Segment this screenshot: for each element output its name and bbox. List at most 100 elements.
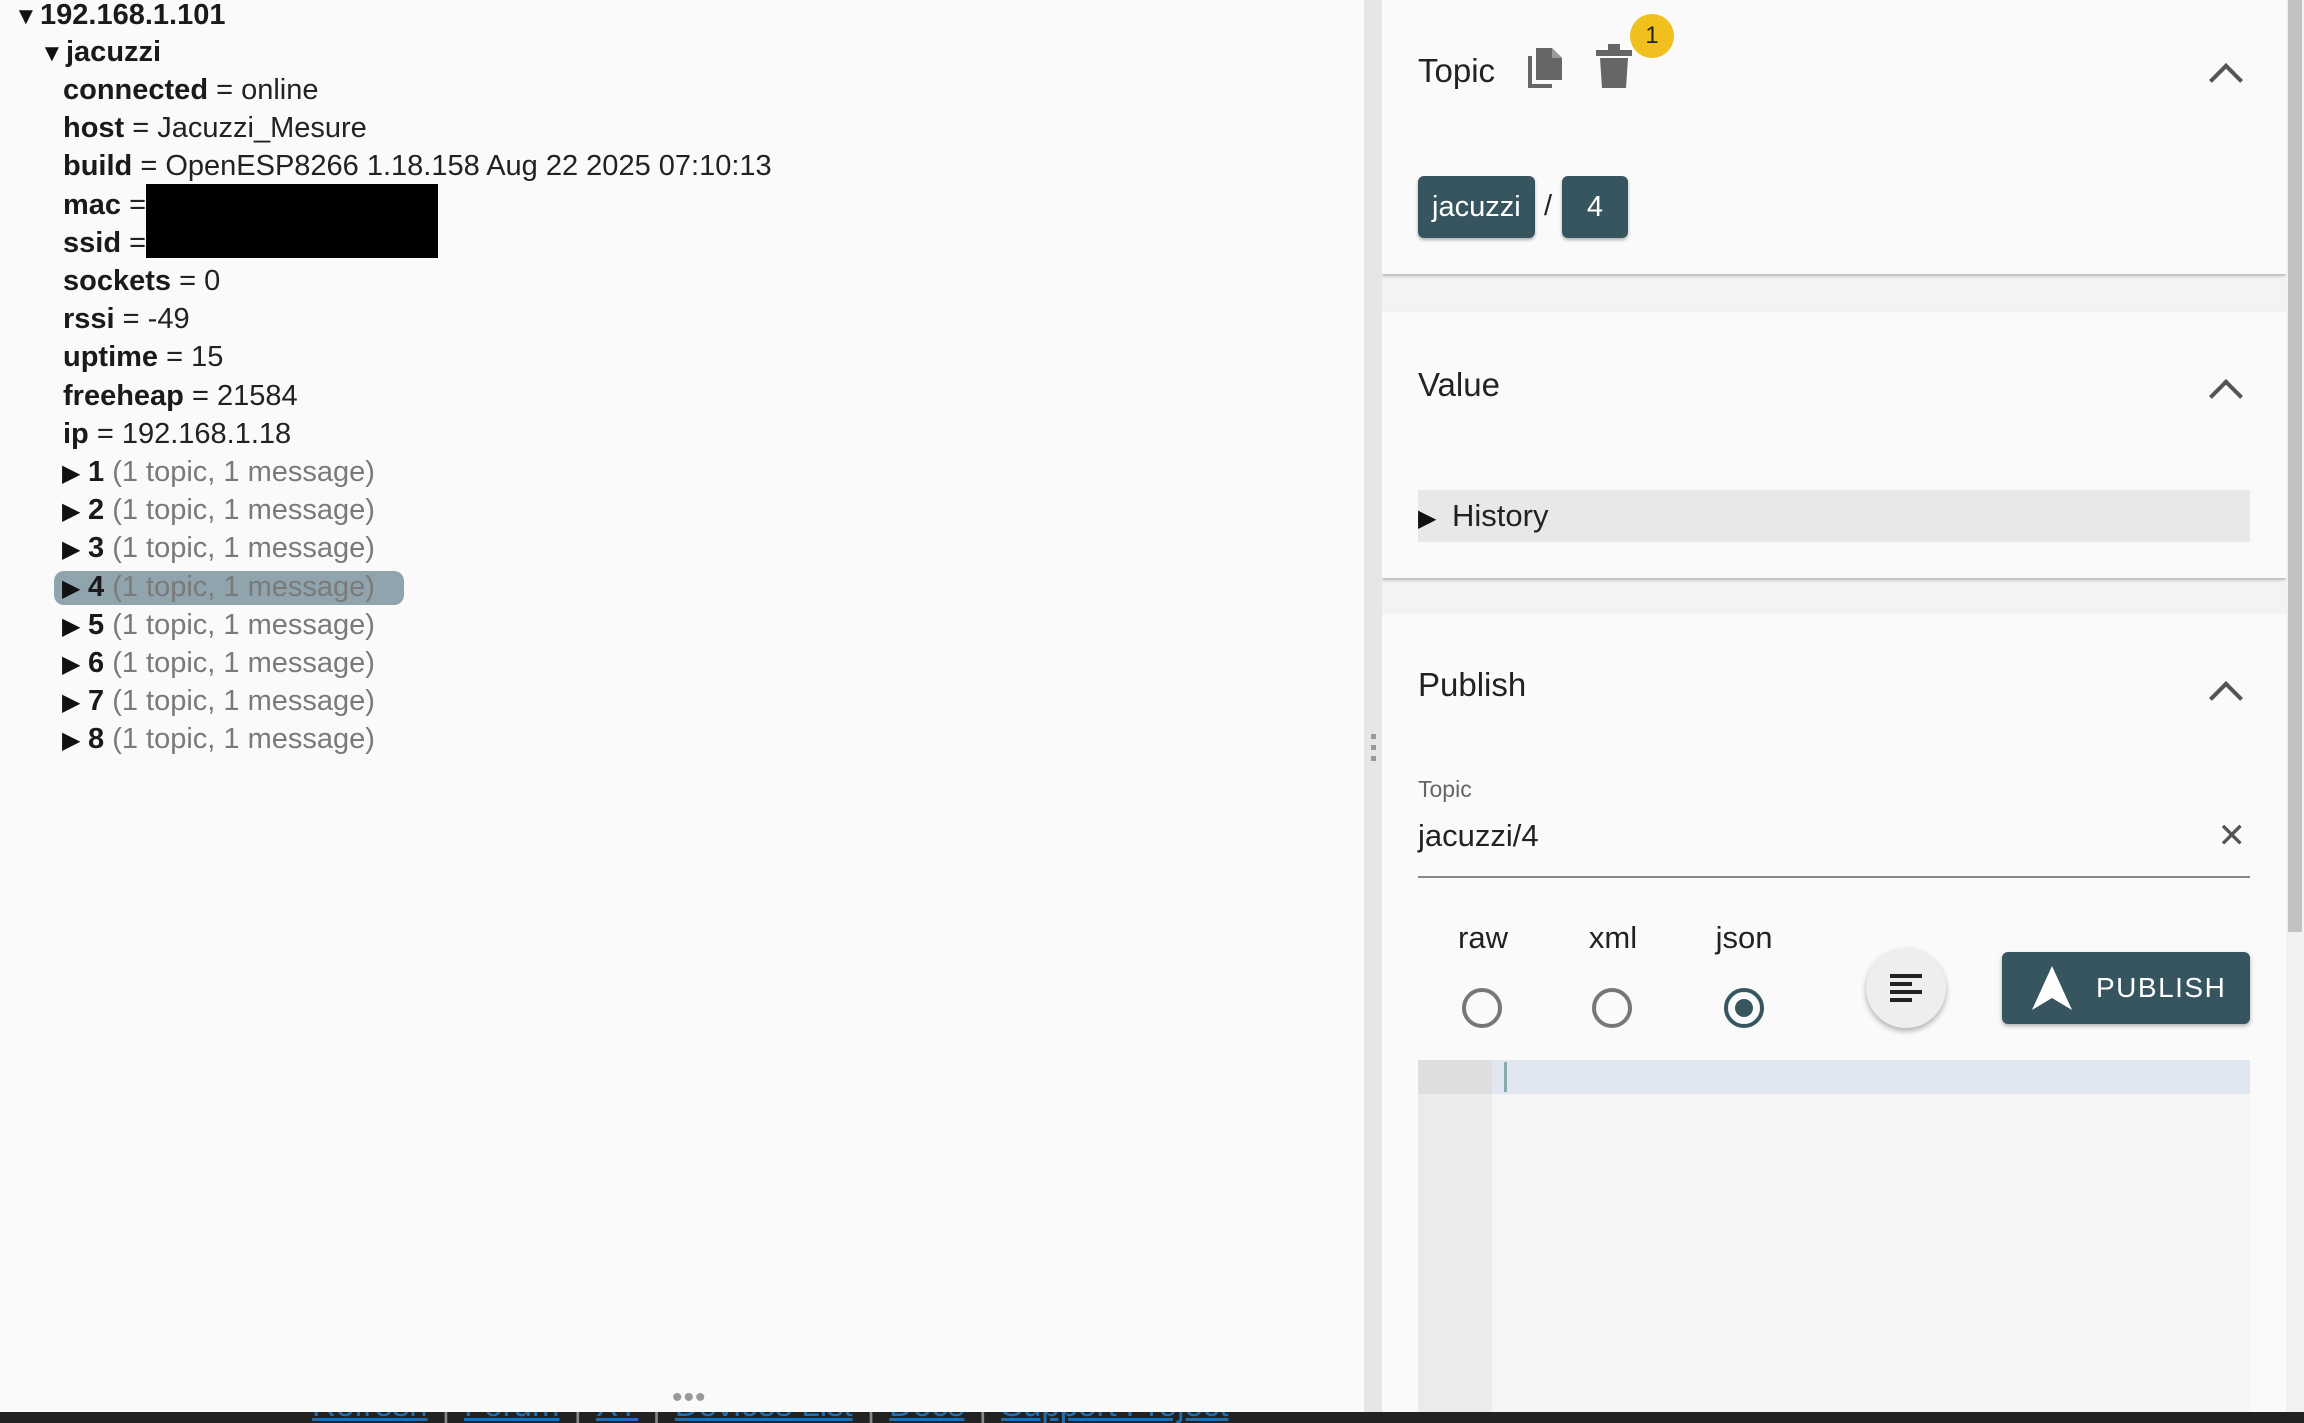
splitter-grip-icon[interactable] [1371,734,1376,766]
footer-link[interactable]: Docs [889,1412,964,1423]
triangle-right-icon[interactable]: ▶ [62,531,88,569]
editor-active-line [1492,1060,2250,1094]
tree-prop-ip[interactable]: ip = 192.168.1.18 [63,415,291,453]
topic-chip-jacuzzi[interactable]: jacuzzi [1418,176,1535,238]
prop-equals: = [132,112,150,145]
chevron-up-icon[interactable] [2209,379,2243,413]
triangle-right-icon: ▶ [1418,505,1437,532]
sidebar-scrollbar-thumb[interactable] [2288,0,2302,932]
footer-link[interactable]: XT [596,1412,638,1423]
history-expander[interactable]: ▶ History [1418,490,2250,542]
prop-value: Jacuzzi_Mesure [157,112,367,145]
triangle-right-icon[interactable]: ▶ [62,646,88,684]
tree-prop-freeheap[interactable]: freeheap = 21584 [63,377,298,415]
footer-link[interactable]: Refresh [312,1412,428,1423]
tree-node-jacuzzi[interactable]: ▼jacuzzi [40,33,161,71]
tree-node-summary: (1 topic, 1 message) [112,647,375,679]
tree-node-1[interactable]: ▶ 1 (1 topic, 1 message) [62,453,375,491]
chevron-up-icon[interactable] [2209,63,2243,97]
format-label-json: json [1715,920,1773,955]
tree-node-summary: (1 topic, 1 message) [112,723,375,756]
publish-button[interactable]: PUBLISH [2002,952,2250,1024]
tree-node-label: 1 [88,456,105,488]
footer-links: Refresh | Forum | XT | Devices List | Docs | Suppo… [312,1412,1243,1423]
align-left-icon [1890,974,1922,1002]
triangle-right-icon[interactable]: ▶ [62,493,88,531]
payload-editor[interactable] [1418,1060,2250,1412]
trash-icon[interactable] [1596,44,1632,93]
tree-node-summary: (1 topic, 1 message) [112,456,375,488]
pane-splitter[interactable] [1364,0,1382,1412]
prop-key: build [63,150,133,183]
tree-node-root[interactable]: ▼192.168.1.101 [14,0,225,34]
prop-equals: = [140,150,158,183]
details-sidebar: Topic 1 jacuzzi / 4 Value ▶ History Publ… [1382,0,2286,1412]
prop-key: sockets [63,265,172,297]
prop-key: ip [63,417,89,450]
prop-equals: = [96,417,114,450]
tree-prop-connected[interactable]: connected = online [63,71,319,109]
tree-node-5[interactable]: ▶ 5 (1 topic, 1 message) [62,606,375,644]
tree-prop-mac[interactable]: mac = [63,186,146,224]
radio-xml[interactable] [1592,988,1632,1028]
triangle-right-icon[interactable]: ▶ [62,684,88,722]
value-panel: Value ▶ History [1382,312,2286,578]
publish-topic-input[interactable]: jacuzzi/4 ✕ [1418,810,2250,878]
topic-tree[interactable]: ▼192.168.1.101 ▼jacuzzi connected = onli… [0,0,1364,1412]
publish-topic-label: Topic [1418,776,1472,802]
tree-node-3[interactable]: ▶ 3 (1 topic, 1 message) [62,529,375,567]
triangle-down-icon[interactable]: ▼ [14,0,40,36]
footer-separator: | [978,1412,987,1423]
tree-node-label: 6 [88,647,105,679]
prop-equals: = [179,265,197,297]
tree-node-summary: (1 topic, 1 message) [112,608,375,641]
footer-link[interactable]: Devices List [675,1412,853,1423]
prop-equals: = [129,226,147,259]
radio-json[interactable] [1724,988,1764,1028]
format-label-xml: xml [1588,920,1638,955]
topic-chip-4[interactable]: 4 [1562,176,1628,238]
drag-handle-icon[interactable]: ••• [672,1383,707,1413]
tree-node-6[interactable]: ▶ 6 (1 topic, 1 message) [62,644,375,682]
prop-key: ssid [63,226,122,259]
format-button[interactable] [1866,948,1946,1028]
prop-value: online [241,74,319,106]
chevron-up-icon[interactable] [2209,681,2243,715]
triangle-right-icon[interactable]: ▶ [62,722,88,760]
footer-separator: | [442,1412,451,1423]
tree-prop-uptime[interactable]: uptime = 15 [63,338,223,376]
format-label-raw: raw [1458,920,1508,955]
prop-value: 15 [191,341,224,374]
footer-link[interactable]: Forum [464,1412,559,1423]
topic-panel-title: Topic [1418,52,1496,89]
tree-node-8[interactable]: ▶ 8 (1 topic, 1 message) [62,720,375,758]
tree-node-label: 3 [88,532,105,565]
editor-gutter-active-line [1418,1060,1492,1094]
prop-value: 0 [204,265,221,297]
tree-prop-rssi[interactable]: rssi = -49 [63,300,190,338]
copy-icon[interactable] [1526,46,1568,97]
tree-node-4[interactable]: ▶ 4 (1 topic, 1 message) [62,568,375,606]
tree-node-2[interactable]: ▶ 2 (1 topic, 1 message) [62,491,375,529]
editor-gutter [1418,1060,1492,1412]
history-label: History [1452,498,1549,533]
topic-path-separator: / [1544,190,1553,222]
tree-node-label: 2 [88,494,105,527]
publish-panel-title: Publish [1418,666,1527,703]
triangle-right-icon[interactable]: ▶ [62,570,88,608]
clear-icon[interactable]: ✕ [2218,816,2247,856]
triangle-down-icon[interactable]: ▼ [40,35,66,73]
radio-raw[interactable] [1462,988,1502,1028]
triangle-right-icon[interactable]: ▶ [62,608,88,646]
publish-topic-value: jacuzzi/4 [1418,818,1539,853]
prop-value: 192.168.1.18 [121,417,292,450]
footer-link[interactable]: Support Project [1001,1412,1228,1423]
tree-prop-ssid[interactable]: ssid = [63,224,146,262]
tree-prop-build[interactable]: build = OpenESP8266 1.18.158 Aug 22 2025… [63,147,772,185]
prop-key: mac [63,188,122,221]
tree-node-7[interactable]: ▶ 7 (1 topic, 1 message) [62,682,375,720]
tree-prop-sockets[interactable]: sockets = 0 [63,262,220,300]
tree-node-summary: (1 topic, 1 message) [112,532,375,565]
tree-prop-host[interactable]: host = Jacuzzi_Mesure [63,109,367,147]
triangle-right-icon[interactable]: ▶ [62,455,88,493]
